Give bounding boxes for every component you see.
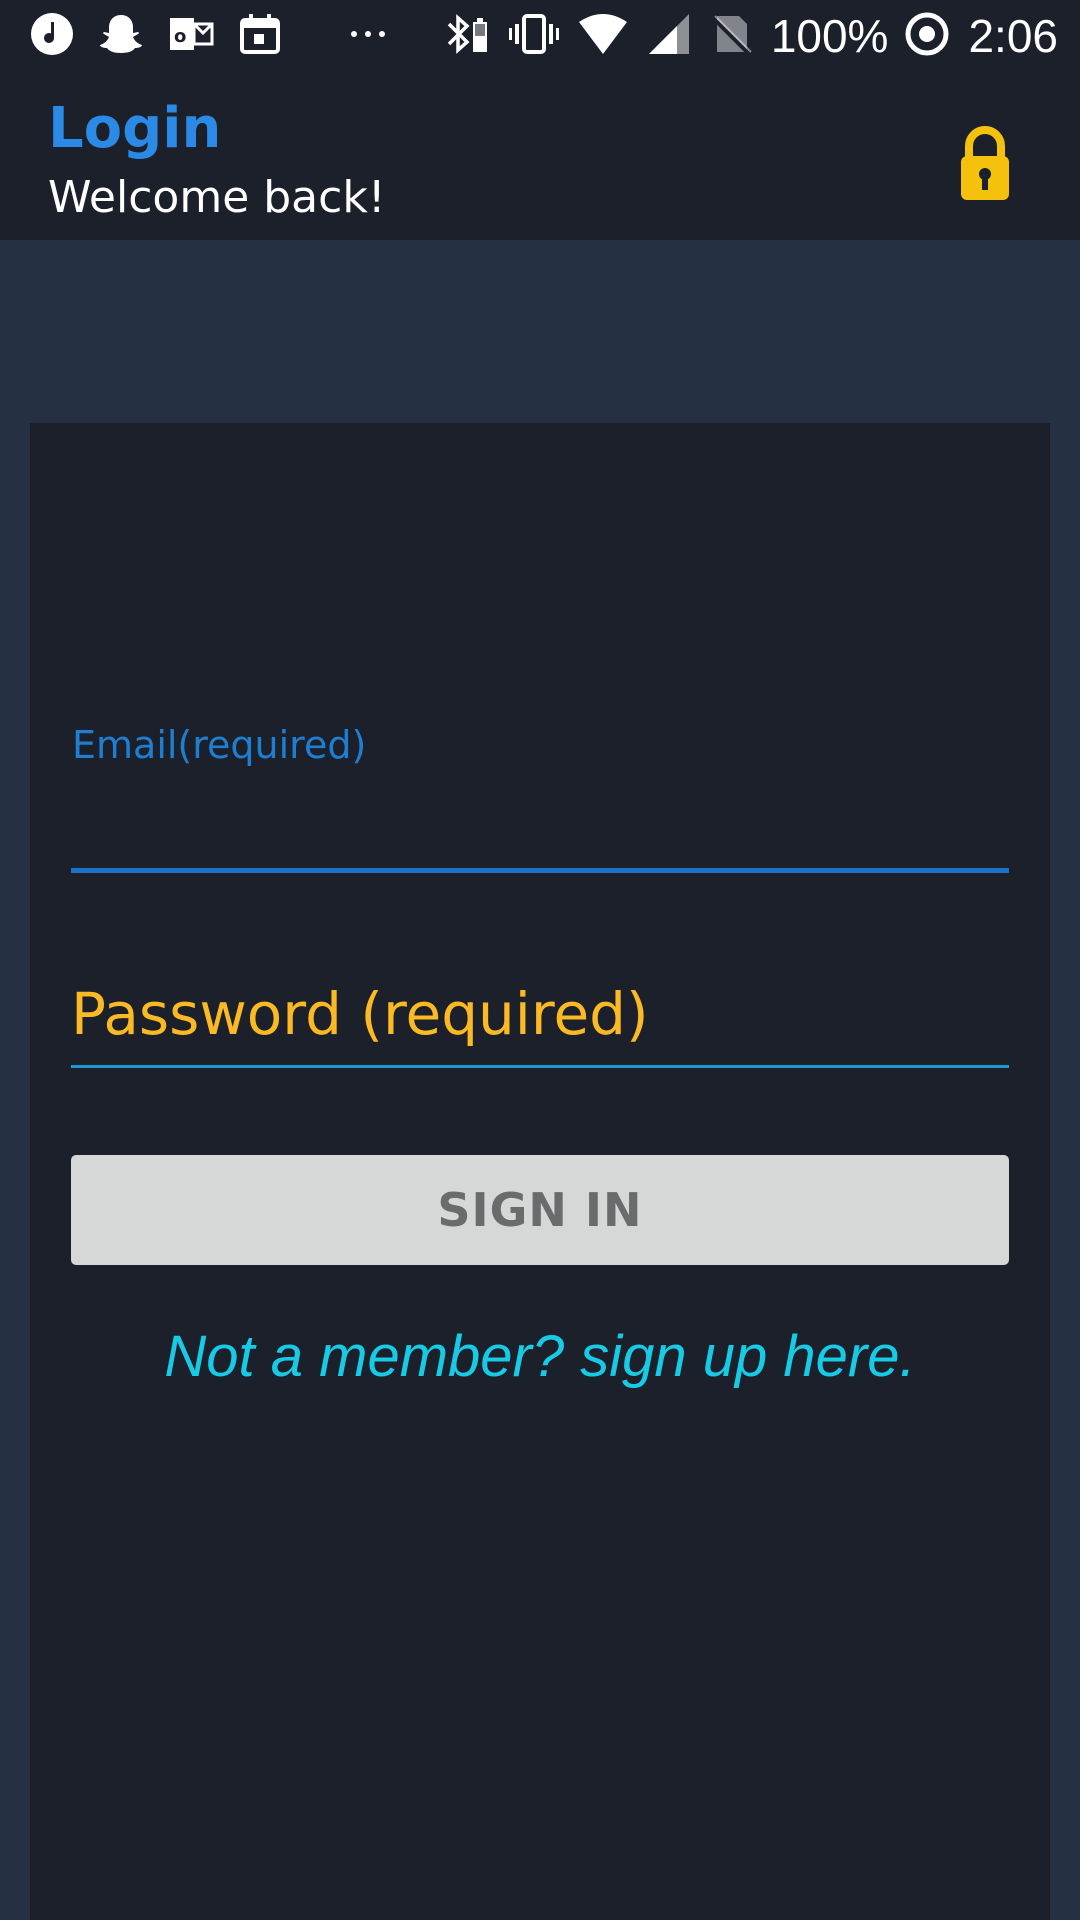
outlook-icon: o <box>168 12 214 60</box>
signup-link[interactable]: Not a member? sign up here. <box>30 1323 1050 1390</box>
lock-icon[interactable] <box>955 124 1015 204</box>
clock: 2:06 <box>968 10 1058 62</box>
page-title: Login <box>48 96 222 161</box>
sync-status-icon <box>904 11 950 61</box>
more-dots-icon <box>346 24 390 48</box>
vibrate-icon <box>508 10 559 62</box>
app-header: Login Welcome back! <box>0 72 1080 240</box>
page-subtitle: Welcome back! <box>48 172 386 223</box>
password-field[interactable] <box>71 963 1009 1068</box>
battery-percent: 100% <box>770 10 889 62</box>
music-note-icon <box>30 12 74 60</box>
no-sim-icon <box>709 12 753 60</box>
wifi-icon <box>577 12 629 60</box>
notification-icons: o <box>30 12 414 60</box>
calendar-icon <box>238 12 282 60</box>
snapchat-icon <box>98 12 144 60</box>
system-icons: 100% 2:06 <box>441 8 1058 64</box>
email-label: Email(required) <box>72 723 367 767</box>
login-card: Email(required) SIGN IN Not a member? si… <box>30 423 1050 1920</box>
status-bar: o 100% 2:06 <box>0 0 1080 72</box>
sign-in-button[interactable]: SIGN IN <box>71 1155 1009 1265</box>
svg-text:o: o <box>174 26 186 47</box>
cell-signal-icon <box>647 12 691 60</box>
bluetooth-icon <box>441 10 491 62</box>
email-field[interactable] <box>71 793 1009 873</box>
